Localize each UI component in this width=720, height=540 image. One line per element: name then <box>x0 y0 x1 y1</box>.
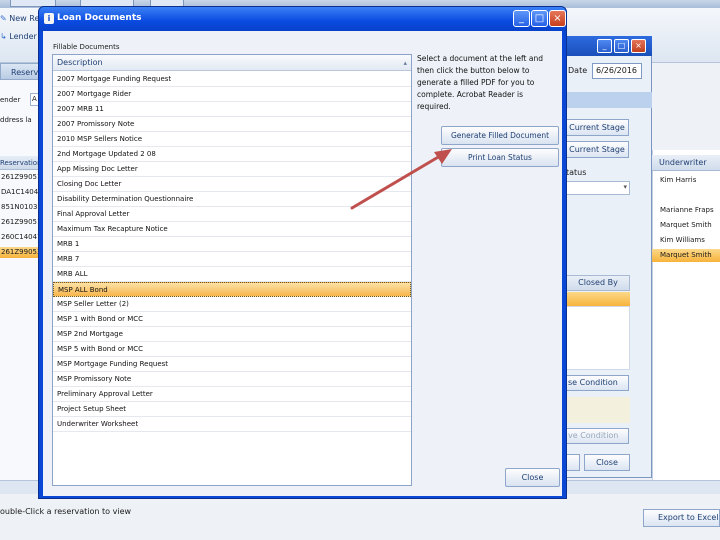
document-row[interactable]: Closing Doc Letter <box>53 177 411 192</box>
document-row[interactable]: 2007 Promissory Note <box>53 117 411 132</box>
document-row[interactable]: 2007 Mortgage Rider <box>53 87 411 102</box>
generate-filled-document-button[interactable]: Generate Filled Document <box>441 126 559 145</box>
dialog-title: Loan Documents <box>57 13 142 23</box>
close-condition-button[interactable]: se Condition <box>565 375 629 391</box>
reservation-row[interactable]: 851N01037 <box>0 202 40 213</box>
document-row[interactable]: MRB 7 <box>53 252 411 267</box>
underwriter-row[interactable]: Marquet Smith <box>652 219 720 232</box>
double-click-hint: ouble-Click a reservation to view <box>0 507 132 516</box>
new-reservation-button[interactable]: ✎ New Res <box>0 14 44 23</box>
document-row[interactable]: MSP ALL Bond <box>53 282 411 297</box>
document-row[interactable]: 2nd Mortgage Updated 2 08 <box>53 147 411 162</box>
closed-by-list <box>566 306 630 370</box>
current-stage-button-1[interactable]: Current Stage <box>565 119 629 136</box>
reservation-row[interactable]: 261Z99051 <box>0 217 40 228</box>
document-row[interactable]: 2007 MRB 11 <box>53 102 411 117</box>
detail-secondary-button[interactable] <box>566 454 580 471</box>
info-icon: i <box>44 13 54 24</box>
underwriter-row[interactable]: Kim Harris <box>652 174 720 187</box>
dialog-titlebar[interactable]: i Loan Documents _ □ × <box>39 7 566 31</box>
document-row[interactable]: 2010 MSP Sellers Notice <box>53 132 411 147</box>
reservation-row[interactable]: 260C14047 <box>0 232 40 243</box>
status-label: tatus <box>566 168 587 177</box>
underwriter-row[interactable]: Marianne Fraps <box>652 204 720 217</box>
document-row[interactable]: App Missing Doc Letter <box>53 162 411 177</box>
document-row[interactable]: Disability Determination Questionnaire <box>53 192 411 207</box>
reservation-row[interactable]: DA1C1404 <box>0 187 40 198</box>
detail-header-band <box>566 92 652 108</box>
chevron-down-icon: ▾ <box>623 183 627 191</box>
reservation-row[interactable]: 261Z99053 <box>0 247 40 258</box>
document-row[interactable]: MSP 5 with Bond or MCC <box>53 342 411 357</box>
document-row[interactable]: MSP Mortgage Funding Request <box>53 357 411 372</box>
minimize-icon[interactable]: _ <box>513 10 530 27</box>
document-row[interactable]: 2007 Mortgage Funding Request <box>53 72 411 87</box>
fillable-documents-label: Fillable Documents <box>53 43 120 51</box>
detail-close-icon[interactable]: × <box>631 39 646 53</box>
document-row[interactable]: Preliminary Approval Letter <box>53 387 411 402</box>
closed-by-column-header[interactable]: Closed By <box>566 275 630 291</box>
reservations-tab[interactable]: Reserv <box>0 63 40 80</box>
document-row[interactable]: Project Setup Sheet <box>53 402 411 417</box>
description-column-header[interactable]: Description ▴ <box>53 55 411 71</box>
closed-by-selected-row[interactable] <box>566 292 630 306</box>
underwriter-row[interactable]: Kim Williams <box>652 234 720 247</box>
dialog-body: Fillable Documents Description ▴ 2007 Mo… <box>43 31 562 496</box>
document-row[interactable]: Maximum Tax Recapture Notice <box>53 222 411 237</box>
underwriter-column-header[interactable]: Underwriter <box>652 155 720 171</box>
lender-icon: ↳ <box>0 32 7 41</box>
reservation-column-header[interactable]: Reservation <box>0 156 40 170</box>
reservation-row[interactable]: 261Z99051 <box>0 172 40 183</box>
underwriter-row[interactable] <box>652 189 720 202</box>
status-combo[interactable]: ▾ <box>566 181 630 195</box>
remove-condition-button[interactable]: ve Condition <box>565 428 629 444</box>
document-row[interactable]: MSP Promissory Note <box>53 372 411 387</box>
loan-documents-dialog: i Loan Documents _ □ × Fillable Document… <box>38 6 567 499</box>
condition-note-area <box>566 397 630 423</box>
document-row[interactable]: MRB ALL <box>53 267 411 282</box>
export-to-excel-button[interactable]: Export to Excel <box>643 509 720 527</box>
underwriter-row[interactable]: Marquet Smith <box>652 249 720 262</box>
document-row[interactable]: MSP 1 with Bond or MCC <box>53 312 411 327</box>
maximize-icon[interactable]: □ <box>531 10 548 27</box>
print-loan-status-button[interactable]: Print Loan Status <box>441 148 559 167</box>
current-stage-button-2[interactable]: Current Stage <box>565 141 629 158</box>
documents-rows: 2007 Mortgage Funding Request 2007 Mortga… <box>53 72 411 432</box>
date-label: Date <box>568 66 588 75</box>
detail-close-button[interactable]: Close <box>584 454 630 471</box>
description-header-label: Description <box>57 58 103 67</box>
document-row[interactable]: Underwriter Worksheet <box>53 417 411 432</box>
reservations-panel <box>0 80 40 480</box>
new-reservation-icon: ✎ <box>0 14 7 23</box>
detail-minimize-icon[interactable]: _ <box>597 39 612 53</box>
close-icon[interactable]: × <box>549 10 566 27</box>
document-row[interactable]: MRB 1 <box>53 237 411 252</box>
address-filter-label: ddress la <box>0 116 32 124</box>
sort-icon: ▴ <box>403 59 407 67</box>
instructions-text: Select a document at the left and then c… <box>417 54 543 111</box>
document-row[interactable]: Final Approval Letter <box>53 207 411 222</box>
close-button[interactable]: Close <box>505 468 560 487</box>
lender-filter-label: ender <box>0 96 21 104</box>
document-row[interactable]: MSP 2nd Mortgage <box>53 327 411 342</box>
document-row[interactable]: MSP Seller Letter (2) <box>53 297 411 312</box>
documents-list[interactable]: Description ▴ 2007 Mortgage Funding Requ… <box>52 54 412 486</box>
date-field[interactable]: 6/26/2016 <box>592 63 642 79</box>
detail-maximize-icon[interactable]: □ <box>614 39 629 53</box>
